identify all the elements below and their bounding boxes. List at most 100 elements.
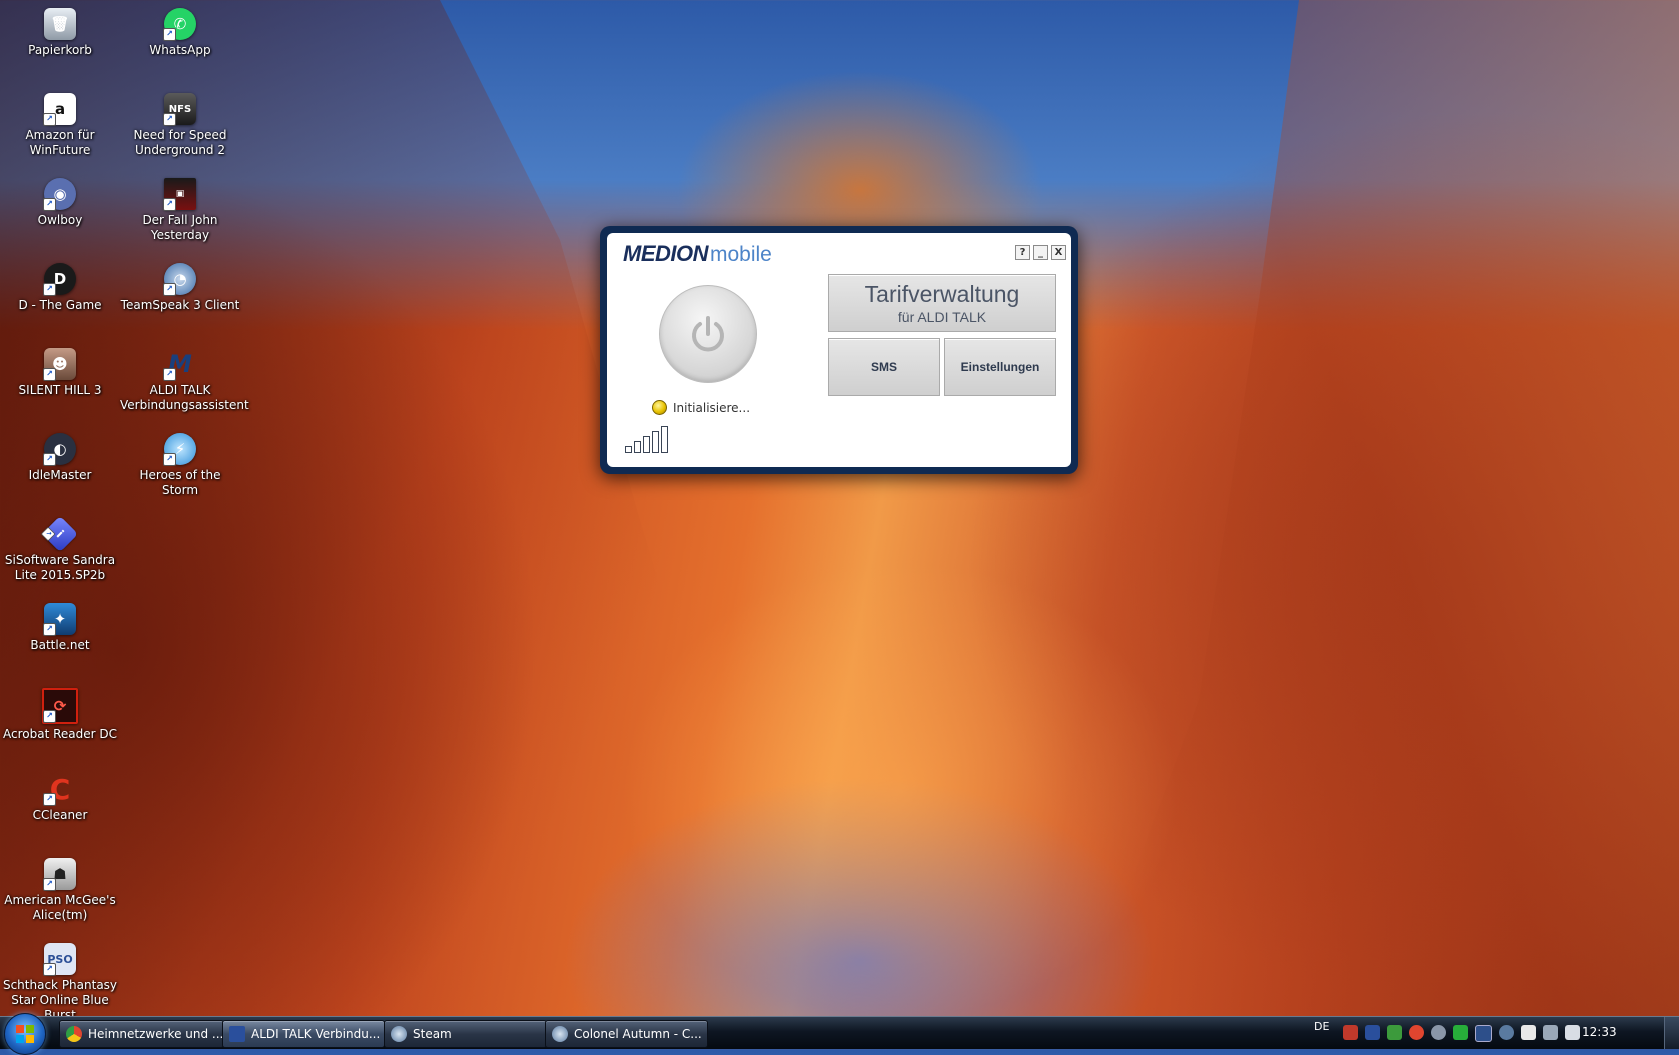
- close-button[interactable]: X: [1051, 245, 1066, 260]
- einstellungen-label: Einstellungen: [960, 360, 1040, 374]
- display-tray-icon[interactable]: [1543, 1025, 1558, 1040]
- system-tray: DE 12:33: [1299, 1017, 1679, 1049]
- steam-tray-icon[interactable]: [1499, 1025, 1514, 1040]
- tarifverwaltung-button[interactable]: Tarifverwaltung für ALDI TALK: [828, 274, 1056, 332]
- sms-label: SMS: [870, 360, 897, 374]
- desktop-icon-aldi-talk-assistant[interactable]: M ↗ ALDI TALK Verbindungsassistent: [120, 344, 249, 413]
- desktop-icon-battlenet[interactable]: ✦ ↗ Battle.net: [0, 599, 120, 653]
- window-controls: ? _ X: [1015, 245, 1066, 260]
- desktop-icon-ccleaner[interactable]: C ↗ CCleaner: [0, 769, 120, 823]
- pso-icon: PSO ↗: [43, 943, 76, 976]
- medion-m-icon: [229, 1026, 245, 1042]
- desktop-icon-label: Need for Speed Underground 2: [133, 128, 227, 157]
- status-led-icon: [652, 400, 667, 415]
- check-tray-icon[interactable]: [1453, 1025, 1468, 1040]
- whatsapp-icon: ✆ ↗: [163, 8, 196, 41]
- sms-button[interactable]: SMS: [828, 338, 940, 396]
- acrobat-icon: ⟳ ↗: [42, 688, 78, 724]
- tarif-title: Tarifverwaltung: [864, 281, 1020, 307]
- desktop-icon-label: Owlboy: [37, 213, 83, 227]
- desktop-icon-john-yesterday[interactable]: ▣ ↗ Der Fall John Yesterday: [120, 174, 240, 243]
- volume-icon[interactable]: [1565, 1025, 1580, 1040]
- taskbar-item-colonel-autumn[interactable]: Colonel Autumn - C...: [545, 1020, 708, 1048]
- power-icon: [692, 316, 724, 352]
- signal-bar: [643, 436, 650, 453]
- desktop-icon-whatsapp[interactable]: ✆ ↗ WhatsApp: [120, 4, 240, 58]
- teamspeak-icon: ◔ ↗: [163, 263, 196, 296]
- medion-mobile-window: MEDION mobile ? _ X Initialisiere... Tar…: [600, 226, 1078, 474]
- desktop-icon-alice[interactable]: ☗ ↗ American McGee's Alice(tm): [0, 854, 120, 923]
- signal-bar: [652, 431, 659, 453]
- owlboy-icon: ◉ ↗: [43, 178, 76, 211]
- signal-bar: [634, 441, 641, 453]
- desktop-icon-label: CCleaner: [32, 808, 88, 822]
- signal-bar: [625, 446, 632, 453]
- power-button[interactable]: [659, 285, 757, 383]
- connection-status: Initialisiere...: [652, 400, 750, 415]
- signal-strength-icon: [625, 426, 668, 453]
- action-center-flag-icon[interactable]: [1521, 1025, 1536, 1040]
- windows-logo-icon: [16, 1025, 34, 1043]
- desktop-icon-teamspeak-3[interactable]: ◔ ↗ TeamSpeak 3 Client: [120, 259, 240, 313]
- desktop-icon-idlemaster[interactable]: ◐ ↗ IdleMaster: [0, 429, 120, 483]
- sb-tray-icon[interactable]: [1475, 1025, 1492, 1042]
- network-tray-icon[interactable]: [1343, 1025, 1358, 1040]
- help-button[interactable]: ?: [1015, 245, 1030, 260]
- taskbar-item-label: Heimnetzwerke und ...: [88, 1027, 224, 1041]
- desktop-icon-label: Battle.net: [30, 638, 90, 652]
- desktop-icon-label: Amazon für WinFuture: [25, 128, 95, 157]
- desktop-icon-papierkorb[interactable]: 🗑 Papierkorb: [0, 4, 120, 58]
- desktop-icon-label: D - The Game: [18, 298, 102, 312]
- logo-brand-text: MEDION: [623, 241, 709, 266]
- desktop-icon-label: Der Fall John Yesterday: [142, 213, 218, 242]
- tarif-subtitle: für ALDI TALK: [897, 309, 987, 325]
- idlemaster-icon: ◐ ↗: [43, 433, 76, 466]
- clock[interactable]: 12:33: [1582, 1025, 1617, 1039]
- language-indicator[interactable]: DE: [1314, 1020, 1329, 1033]
- desktop-icon-d-the-game[interactable]: D ↗ D - The Game: [0, 259, 120, 313]
- steam-icon: [552, 1026, 568, 1042]
- desktop-icon-label: SiSoftware Sandra Lite 2015.SP2b: [4, 553, 116, 582]
- taskbar-item-label: Steam: [413, 1027, 452, 1041]
- chrome-tray-icon[interactable]: [1409, 1025, 1424, 1040]
- steam-icon: [391, 1026, 407, 1042]
- desktop-icon-nfs-underground-2[interactable]: NFS ↗ Need for Speed Underground 2: [120, 89, 240, 158]
- medion-tray-icon[interactable]: [1365, 1025, 1380, 1040]
- medion-window-body: MEDION mobile ? _ X Initialisiere... Tar…: [607, 233, 1071, 467]
- taskbar-item-label: Colonel Autumn - C...: [574, 1027, 702, 1041]
- desktop-icon-amazon[interactable]: a ↗ Amazon für WinFuture: [0, 89, 120, 158]
- minimize-button[interactable]: _: [1033, 245, 1048, 260]
- desktop-icon-label: Acrobat Reader DC: [3, 727, 117, 741]
- einstellungen-button[interactable]: Einstellungen: [944, 338, 1056, 396]
- desktop-icon-acrobat-reader[interactable]: ⟳ ↗ Acrobat Reader DC: [0, 684, 120, 742]
- d-game-icon: D ↗: [43, 263, 76, 296]
- taskbar-item-chrome[interactable]: Heimnetzwerke und ...: [59, 1020, 224, 1048]
- desktop-icon-label: TeamSpeak 3 Client: [120, 298, 240, 312]
- desktop-icon-label: Heroes of the Storm: [139, 468, 221, 497]
- desktop-icon-label: ALDI TALK Verbindungsassistent: [120, 383, 249, 412]
- desktop-icon-label: SILENT HILL 3: [18, 383, 102, 397]
- status-text: Initialisiere...: [673, 400, 751, 415]
- taskbar-item-steam[interactable]: Steam: [384, 1020, 547, 1048]
- desktop-icon-pso-blue-burst[interactable]: PSO ↗ Schthack Phantasy Star Online Blue …: [0, 939, 120, 1023]
- desktop-icon-heroes-of-the-storm[interactable]: ⚡ ↗ Heroes of the Storm: [120, 429, 240, 498]
- logo-product-text: mobile: [710, 243, 772, 266]
- john-yesterday-icon: ▣ ↗: [163, 178, 196, 211]
- show-desktop-button[interactable]: [1664, 1017, 1679, 1049]
- desktop-icon-label: Papierkorb: [28, 43, 92, 57]
- alice-icon: ☗ ↗: [43, 858, 76, 891]
- update-tray-icon[interactable]: [1431, 1025, 1446, 1040]
- tray-icons: [1343, 1025, 1580, 1042]
- silent-hill-icon: ☻ ↗: [43, 348, 76, 381]
- desktop-icon-label: IdleMaster: [28, 468, 92, 482]
- desktop-icon-label: American McGee's Alice(tm): [4, 893, 116, 922]
- taskbar-item-aldi-talk[interactable]: ALDI TALK Verbindu...: [222, 1020, 385, 1048]
- security-tray-icon[interactable]: [1387, 1025, 1402, 1040]
- desktop-icon-sisoftware-sandra[interactable]: i ↗ SiSoftware Sandra Lite 2015.SP2b: [0, 514, 120, 583]
- desktop-icon-silent-hill-3[interactable]: ☻ ↗ SILENT HILL 3: [0, 344, 120, 398]
- medion-m-icon: M ↗: [163, 348, 196, 381]
- battlenet-icon: ✦ ↗: [43, 603, 76, 636]
- desktop-icon-owlboy[interactable]: ◉ ↗ Owlboy: [0, 174, 120, 228]
- chrome-icon: [66, 1026, 82, 1042]
- ccleaner-icon: C ↗: [43, 773, 76, 806]
